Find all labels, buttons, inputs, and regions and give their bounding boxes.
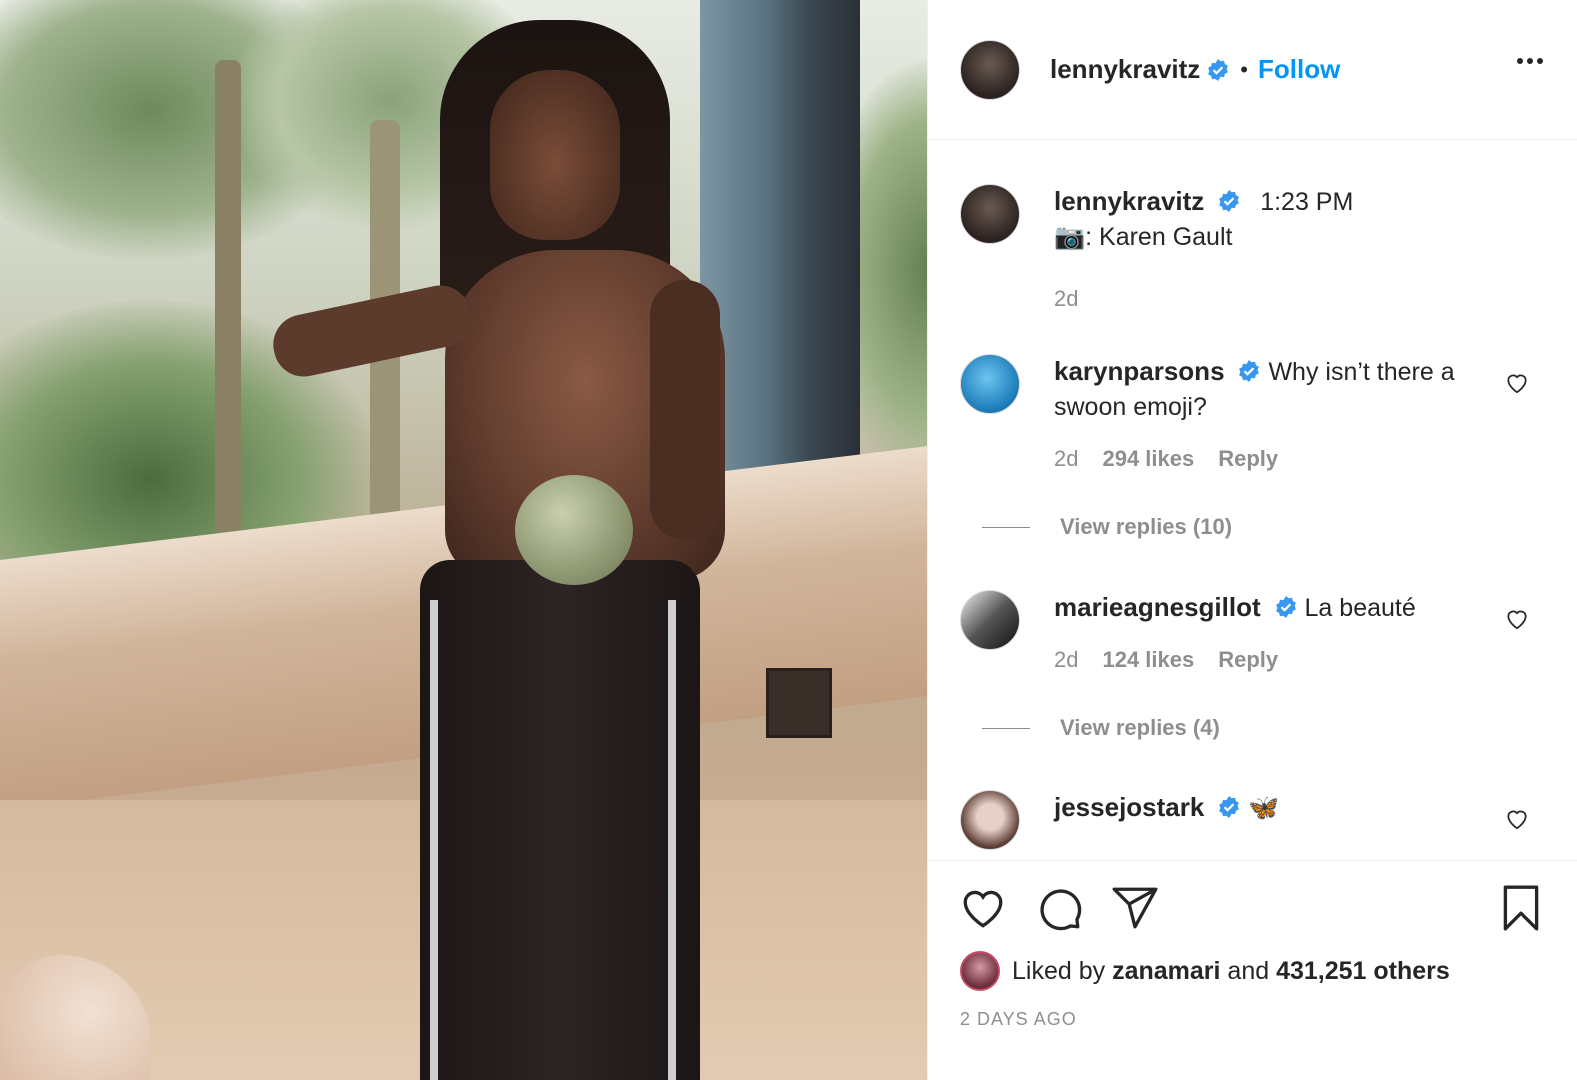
pants-stripe [430, 600, 438, 1080]
action-bar: Liked by zanamari and 431,251 others 2 D… [928, 860, 1577, 1080]
comment-meta: 2d 294 likes Reply [1054, 441, 1474, 476]
caption-age: 2d [1054, 286, 1079, 311]
likes-count[interactable]: 431,251 others [1276, 957, 1450, 986]
comment-item: marieagnesgillot La beauté 2d 124 likes … [960, 590, 1520, 677]
view-replies-label: View replies (10) [1060, 514, 1233, 539]
person-head [490, 70, 620, 240]
liked-prefix: Liked by [1012, 956, 1106, 985]
heart-icon[interactable] [958, 883, 1008, 933]
person-pants [420, 560, 700, 1080]
coconut [515, 475, 633, 585]
comment-likes[interactable]: 124 likes [1102, 642, 1194, 677]
liker-avatar[interactable] [960, 951, 1000, 991]
verified-badge-icon [1275, 596, 1296, 618]
person-arm [650, 280, 720, 540]
comment-username[interactable]: jessejostark [1054, 792, 1204, 822]
avatar[interactable] [960, 354, 1020, 414]
comment-item: karynparsons Why isn’t there a swoon emo… [960, 354, 1520, 476]
verified-badge-icon [1219, 796, 1240, 818]
comment-item: jessejostark 🦋 [960, 790, 1520, 850]
verified-badge-icon [1239, 360, 1260, 382]
more-options-icon[interactable] [1517, 58, 1543, 64]
wall-vent [766, 668, 832, 738]
camera-emoji: 📷 [1054, 223, 1086, 251]
post-panel: lennykravitz • Follow lennykravitz 1:23 … [927, 0, 1577, 1080]
post-header: lennykravitz • Follow [928, 0, 1577, 140]
comment-username[interactable]: marieagnesgillot [1054, 592, 1261, 622]
pants-stripe [668, 600, 676, 1080]
liked-by: Liked by zanamari and 431,251 others [960, 951, 1450, 991]
avatar[interactable] [960, 39, 1020, 100]
liked-middle: and [1227, 956, 1270, 985]
heart-small-icon[interactable] [1504, 606, 1530, 632]
avatar[interactable] [960, 590, 1020, 650]
comment-icon[interactable] [1034, 883, 1084, 933]
view-replies-button[interactable]: View replies (4) [982, 715, 1220, 741]
caption: lennykravitz 1:23 PM 📷: Karen Gault 2d [960, 184, 1520, 316]
liker-username[interactable]: zanamari [1112, 957, 1220, 986]
heart-small-icon[interactable] [1504, 370, 1530, 396]
heart-small-icon[interactable] [1504, 806, 1530, 832]
follow-button[interactable]: Follow [1258, 54, 1340, 85]
comment-meta: 2d 124 likes Reply [1054, 642, 1474, 677]
separator-dot: • [1240, 56, 1248, 82]
caption-time: 1:23 PM [1260, 188, 1354, 216]
header-username[interactable]: lennykravitz [1050, 54, 1200, 85]
view-replies-button[interactable]: View replies (10) [982, 514, 1232, 540]
comment-age: 2d [1054, 446, 1079, 471]
view-replies-label: View replies (4) [1060, 715, 1220, 740]
post-photo[interactable] [0, 0, 927, 1080]
verified-badge-icon [1208, 58, 1229, 81]
caption-username[interactable]: lennykravitz [1054, 186, 1204, 216]
comment-text: La beauté [1304, 594, 1416, 622]
comments-list[interactable]: lennykravitz 1:23 PM 📷: Karen Gault 2d k… [928, 140, 1577, 860]
share-icon[interactable] [1110, 883, 1160, 933]
bookmark-icon[interactable] [1496, 883, 1546, 933]
comment-text: 🦋 [1248, 794, 1280, 822]
reply-button[interactable]: Reply [1218, 642, 1278, 677]
instagram-post: lennykravitz • Follow lennykravitz 1:23 … [0, 0, 1577, 1080]
avatar[interactable] [960, 790, 1020, 850]
comment-likes[interactable]: 294 likes [1102, 441, 1194, 476]
reply-button[interactable]: Reply [1218, 441, 1278, 476]
avatar[interactable] [960, 184, 1020, 244]
comment-username[interactable]: karynparsons [1054, 356, 1225, 386]
comment-age: 2d [1054, 647, 1079, 672]
verified-badge-icon [1219, 190, 1240, 212]
caption-meta: 2d [1054, 281, 1474, 316]
post-timestamp[interactable]: 2 DAYS AGO [960, 1009, 1077, 1030]
caption-text: : Karen Gault [1085, 223, 1233, 251]
